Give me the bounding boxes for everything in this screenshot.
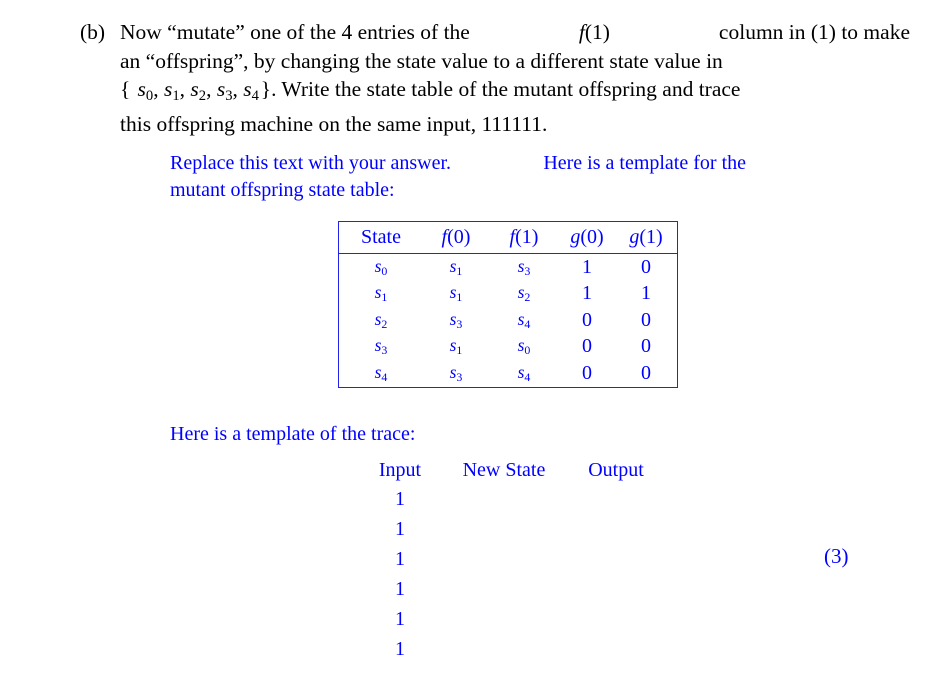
table-row[interactable]: 1 [362,604,662,634]
table-row[interactable]: 1 [362,634,662,664]
header-f0: f(0) [441,226,471,248]
state-set-open-brace: { [120,77,131,101]
state-set-item-1: s1 [163,77,180,104]
table-row[interactable]: 1 [362,514,662,544]
state-table-body: s0 s1 s3 1 0 s1 s1 s2 1 1 s2 s3 s4 0 0 s… [339,254,678,388]
table-row[interactable]: s3 s1 s0 0 0 [339,334,678,361]
cell-output[interactable] [570,484,662,514]
table-row[interactable]: 1 [362,484,662,514]
cell-state: s2 [374,308,388,331]
cell-g1[interactable]: 0 [615,334,678,361]
answer-intro-line-1-left: Replace this text with your answer. [170,152,452,174]
problem-label: (b) [80,20,106,44]
table-row[interactable]: 1 [362,544,662,574]
cell-new-state[interactable] [438,544,570,574]
f1-inline-math: f(1) [578,20,610,44]
answer-intro-line-1: Replace this text with your answer. Here… [170,150,746,177]
answer-intro-line-1-right: Here is a template for the [543,152,746,174]
header-input: Input [378,458,422,481]
cell-f1[interactable]: s4 [489,307,559,334]
table-row[interactable]: s4 s3 s4 0 0 [339,360,678,387]
state-set-item-0: s0 [137,77,154,104]
cell-output[interactable] [570,544,662,574]
header-output: Output [588,458,644,481]
cell-f0[interactable]: s3 [423,307,489,334]
cell-new-state[interactable] [438,604,570,634]
table-row[interactable]: s0 s1 s3 1 0 [339,254,678,281]
cell-g1[interactable]: 0 [615,307,678,334]
trace-intro-text: Here is a template of the trace: [170,423,416,445]
problem-line-4: this offspring machine on the same input… [120,112,548,137]
cell-input: 1 [395,547,405,570]
cell-input: 1 [395,517,405,540]
problem-line-3-tail: . Write the state table of the mutant of… [271,77,741,101]
mutant-state-table[interactable]: State f(0) f(1) g(0) g(1) s0 s1 s3 1 0 s… [338,221,678,388]
cell-f0[interactable]: s1 [423,334,489,361]
cell-f0[interactable]: s3 [423,360,489,387]
answer-intro-paragraph[interactable]: Replace this text with your answer. Here… [170,150,746,204]
state-set-item-4: s4 [243,77,259,104]
cell-input: 1 [395,637,405,660]
trace-table-header-row: Input New State Output [362,456,662,484]
header-state: State [361,226,401,248]
cell-g0[interactable]: 1 [559,254,615,281]
state-set-item-2: s2 [190,77,207,104]
cell-output[interactable] [570,634,662,664]
table-row[interactable]: s2 s3 s4 0 0 [339,307,678,334]
header-g0: g(0) [570,226,604,248]
cell-state: s1 [374,282,388,305]
problem-statement: (b) Now “mutate” one of the 4 entries of… [80,18,910,139]
cell-input: 1 [395,607,405,630]
state-table-head: State f(0) f(1) g(0) g(1) [338,222,678,254]
cell-input: 1 [395,487,405,510]
table-row[interactable]: s1 s1 s2 1 1 [339,281,678,308]
header-new-state: New State [462,458,546,481]
cell-g1[interactable]: 1 [615,281,678,308]
answer-intro-line-2: mutant offspring state table: [170,179,395,201]
cell-f1[interactable]: s3 [489,254,559,281]
cell-output[interactable] [570,604,662,634]
state-set-item-3: s3 [216,77,233,104]
problem-line-1-text: Now “mutate” one of the 4 entries of the [120,20,470,44]
state-table-header-row: State f(0) f(1) g(0) g(1) [338,222,678,254]
cell-output[interactable] [570,574,662,604]
cell-g0[interactable]: 1 [559,281,615,308]
state-set-close-brace: } [260,77,272,101]
cell-state: s4 [374,361,388,384]
problem-line-3: { s0, s1, s2, s3, s4 }. Write the state … [120,77,741,104]
cell-new-state[interactable] [438,574,570,604]
answer-template-area: Replace this text with your answer. Here… [170,150,910,204]
cell-output[interactable] [570,514,662,544]
cell-state: s0 [374,255,388,278]
mutant-state-table-container: State f(0) f(1) g(0) g(1) s0 s1 s3 1 0 s… [338,221,678,388]
cell-f1[interactable]: s4 [489,360,559,387]
cell-f1[interactable]: s2 [489,281,559,308]
cell-new-state[interactable] [438,514,570,544]
cell-f0[interactable]: s1 [423,254,489,281]
cell-input: 1 [395,577,405,600]
trace-table-body: 1 1 1 1 1 1 [362,484,662,664]
table-row[interactable]: 1 [362,574,662,604]
problem-text: Now “mutate” one of the 4 entries of the… [120,18,910,139]
cell-state: s3 [374,335,388,358]
cell-g1[interactable]: 0 [615,360,678,387]
cell-new-state[interactable] [438,484,570,514]
problem-row: (b) Now “mutate” one of the 4 entries of… [80,18,910,139]
cell-g1[interactable]: 0 [615,254,678,281]
trace-table[interactable]: Input New State Output 1 1 1 1 1 1 [362,456,662,664]
cell-g0[interactable]: 0 [559,334,615,361]
cell-f0[interactable]: s1 [423,281,489,308]
trace-table-container: Input New State Output 1 1 1 1 1 1 [362,456,662,664]
cell-g0[interactable]: 0 [559,307,615,334]
problem-line-2: an “offspring”, by changing the state va… [120,48,723,73]
cell-new-state[interactable] [438,634,570,664]
trace-table-head: Input New State Output [362,456,662,484]
cell-f1[interactable]: s0 [489,334,559,361]
problem-line-1-tail: column in (1) to make [718,20,910,44]
problem-line-1: Now “mutate” one of the 4 entries of the… [120,18,910,47]
cell-g0[interactable]: 0 [559,360,615,387]
equation-number: (3) [824,544,849,568]
header-f1: f(1) [509,226,539,248]
header-g1: g(1) [629,226,663,248]
